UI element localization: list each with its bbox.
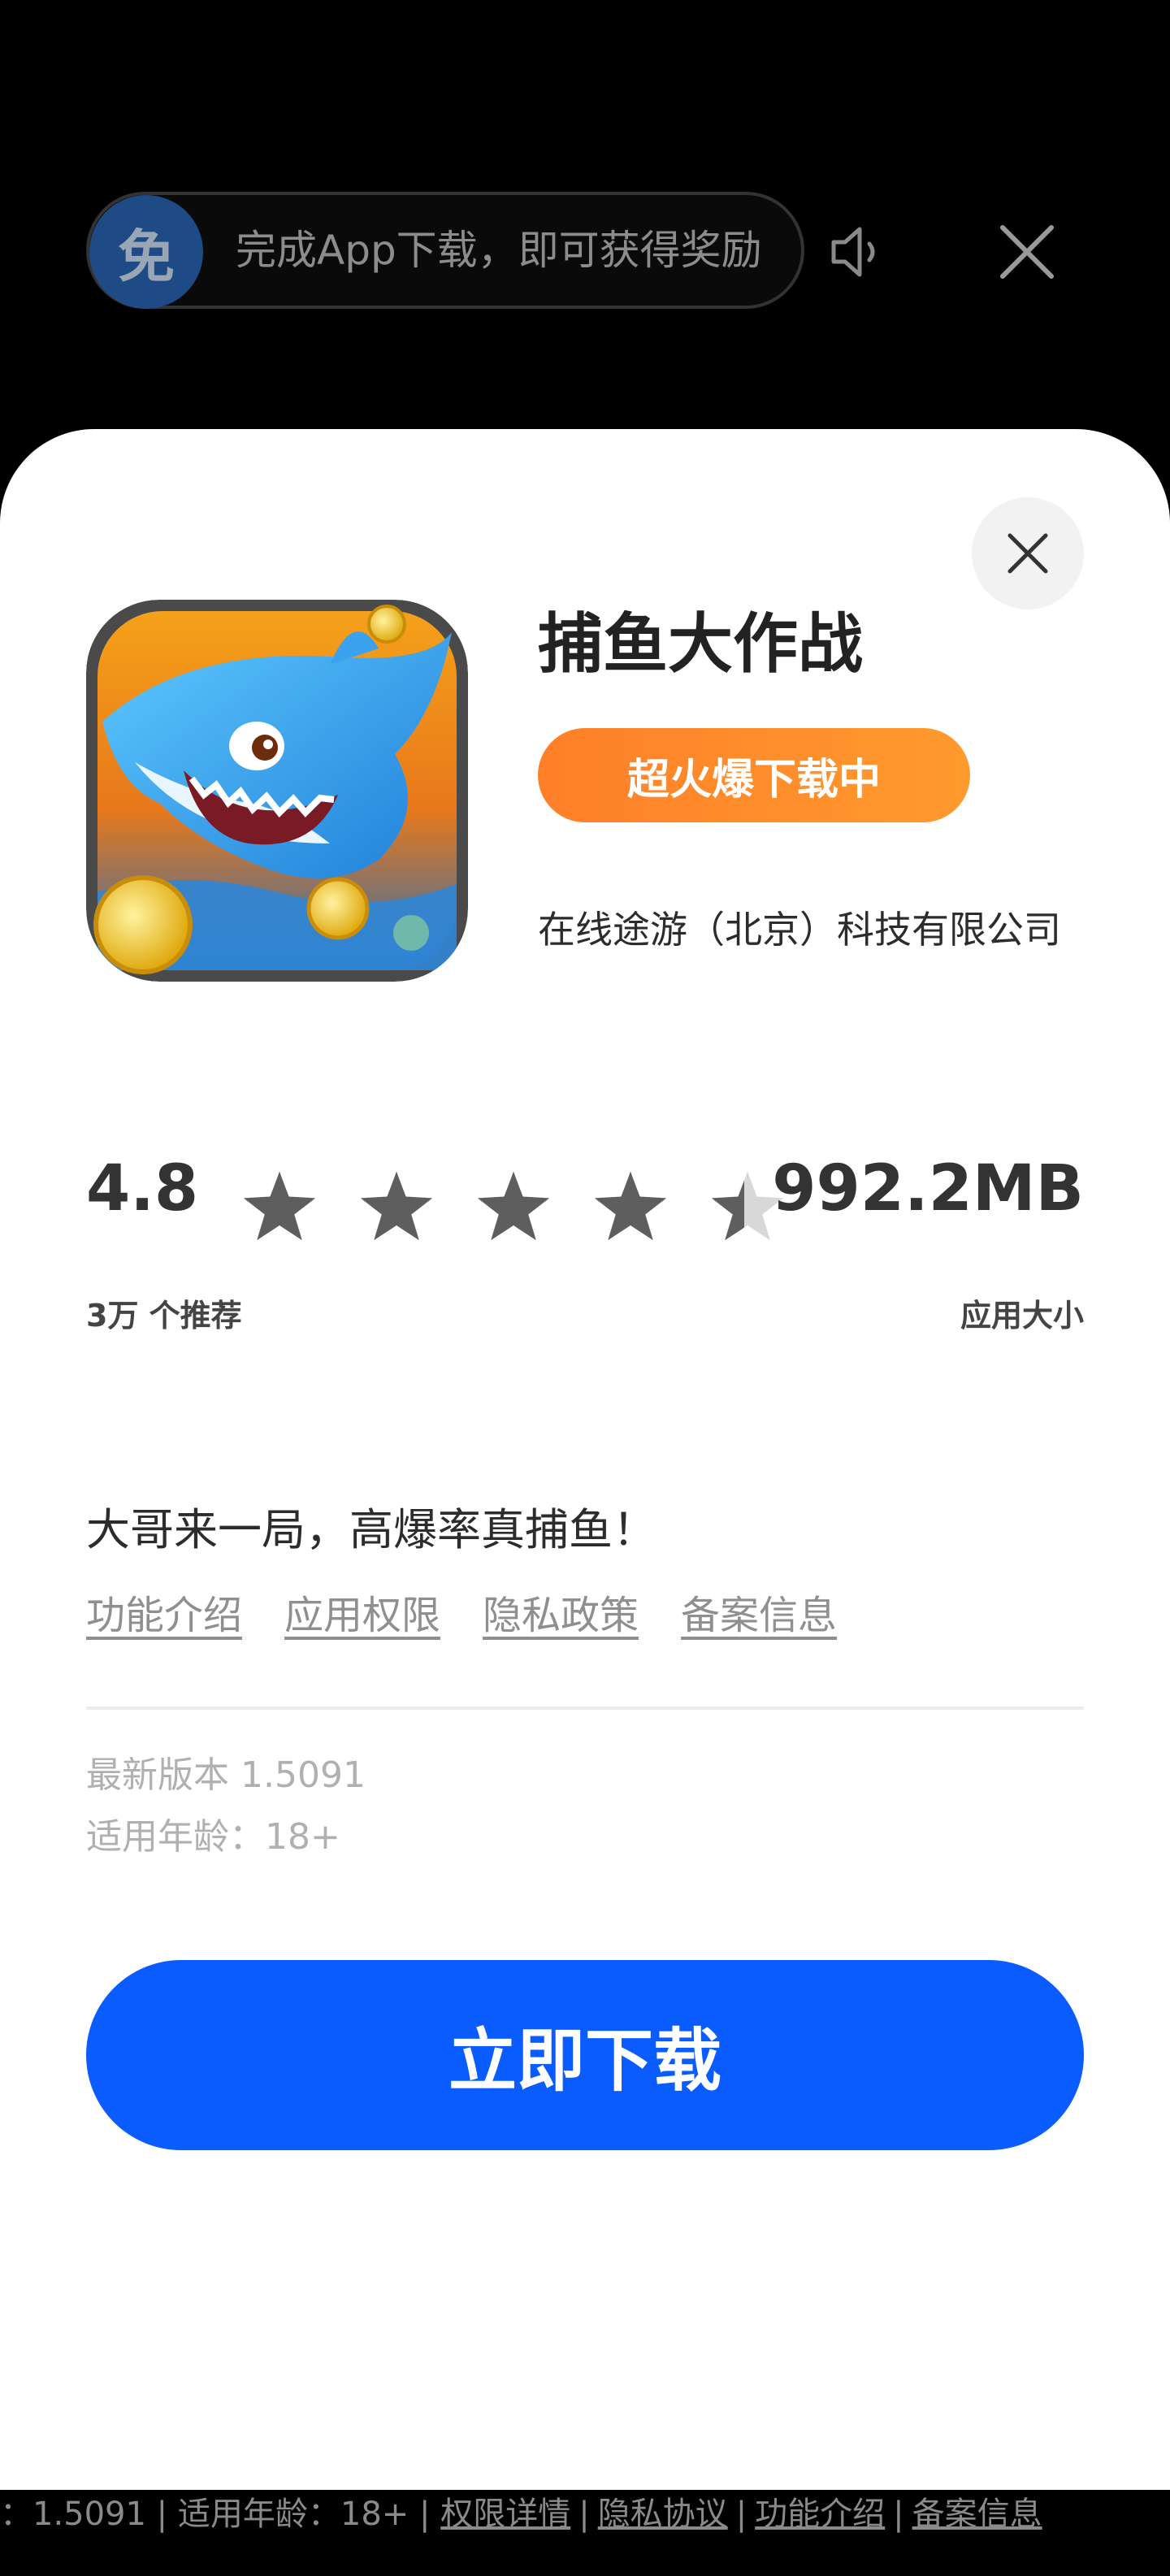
rating-value: 4.8 (86, 1152, 199, 1225)
sheet-close-button[interactable] (972, 497, 1084, 609)
close-icon[interactable] (993, 218, 1061, 286)
star-icon (477, 1171, 550, 1241)
app-detail-sheet: 捕鱼大作战 超火爆下载中 在线途游（北京）科技有限公司 4.8 992.2MB … (0, 429, 1170, 2490)
size-label: 应用大小 (960, 1298, 1084, 1334)
bottom-link-privacy[interactable]: 隐私协议 (598, 2496, 728, 2533)
app-name: 捕鱼大作战 (538, 606, 863, 682)
app-icon (86, 600, 468, 982)
ad-top-bar: 免 完成App下载，即可获得奖励 (0, 0, 1170, 423)
star-icon (243, 1171, 316, 1241)
bottom-info-strip: ：1.5091 | 适用年龄：18+ | 权限详情 | 隐私协议 | 功能介绍 | 备案信息 (0, 2490, 1170, 2576)
reward-banner: 免 完成App下载，即可获得奖励 (86, 192, 804, 309)
bottom-link-features[interactable]: 功能介绍 (755, 2496, 885, 2533)
star-icon (594, 1171, 667, 1241)
bottom-link-permissions[interactable]: 权限详情 (440, 2496, 570, 2533)
app-size: 992.2MB (772, 1152, 1084, 1225)
hot-download-badge: 超火爆下载中 (538, 728, 970, 822)
link-filing[interactable]: 备案信息 (681, 1583, 837, 1640)
recommend-count: 3万 个推荐 (86, 1298, 242, 1334)
close-icon (1008, 533, 1048, 574)
star-icon (360, 1171, 433, 1241)
info-links: 功能介绍 应用权限 隐私政策 备案信息 (86, 1583, 837, 1640)
bottom-version-age: ：1.5091 | 适用年龄：18+ | (0, 2496, 431, 2533)
version-text: 最新版本 1.5091 (86, 1754, 366, 1796)
download-button[interactable]: 立即下载 (86, 1960, 1084, 2150)
age-text: 适用年龄：18+ (86, 1816, 340, 1858)
link-permissions[interactable]: 应用权限 (284, 1583, 440, 1640)
developer-name: 在线途游（北京）科技有限公司 (538, 908, 1061, 952)
speaker-icon[interactable] (827, 218, 895, 286)
bottom-link-filing[interactable]: 备案信息 (912, 2496, 1042, 2533)
divider (86, 1706, 1084, 1710)
reward-text: 完成App下载，即可获得奖励 (236, 227, 762, 274)
link-features[interactable]: 功能介绍 (86, 1583, 242, 1640)
free-badge: 免 (89, 195, 203, 309)
link-privacy[interactable]: 隐私政策 (483, 1583, 639, 1640)
app-tagline: 大哥来一局，高爆率真捕鱼！ (86, 1504, 656, 1555)
rating-stars (243, 1171, 784, 1241)
